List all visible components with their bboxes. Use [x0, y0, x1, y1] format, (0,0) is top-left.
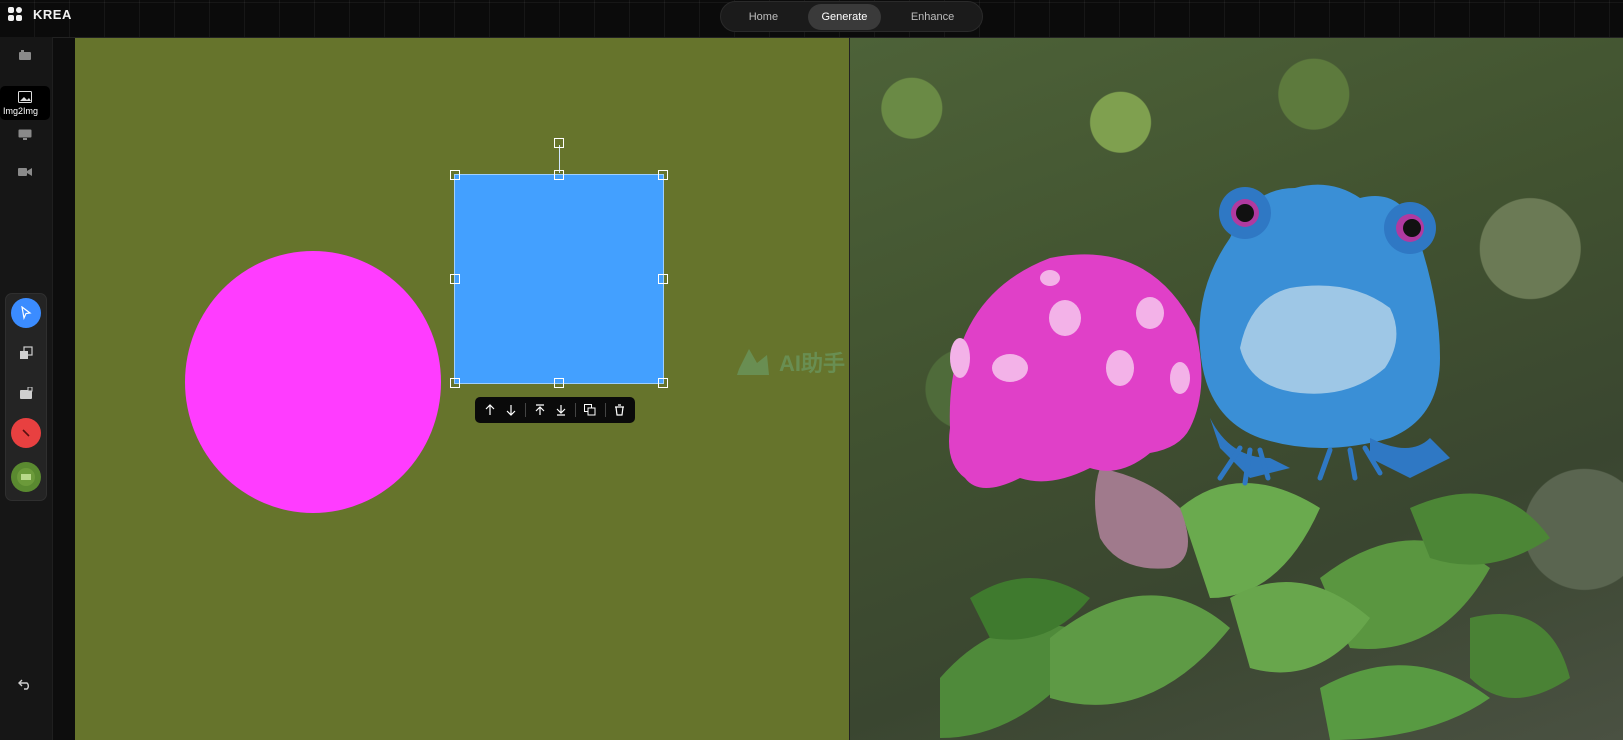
sidebar-item-label: Img2Img — [3, 106, 39, 116]
magenta-circle-shape[interactable] — [185, 251, 441, 513]
send-to-back-button[interactable] — [552, 400, 571, 420]
generated-image-illustration — [940, 184, 1570, 740]
tab-enhance[interactable]: Enhance — [897, 4, 968, 30]
duplicate-button[interactable] — [581, 400, 600, 420]
resize-handle-right[interactable] — [658, 274, 668, 284]
duplicate-icon — [584, 404, 596, 416]
film-icon — [19, 50, 31, 60]
resize-handle-bottom-right[interactable] — [658, 378, 668, 388]
sidebar-item-video[interactable] — [12, 161, 38, 183]
color-picker-tool[interactable] — [11, 418, 41, 448]
rotation-handle[interactable] — [554, 138, 564, 148]
resize-handle-left[interactable] — [450, 274, 460, 284]
monitor-icon — [18, 129, 32, 140]
sidebar-item-monitor[interactable] — [12, 124, 38, 146]
trash-icon — [615, 404, 625, 416]
toolbar-divider — [525, 403, 526, 417]
arrow-up-icon — [485, 404, 495, 415]
canvas-tools-panel — [5, 293, 47, 501]
resize-handle-bottom-left[interactable] — [450, 378, 460, 388]
move-backward-button[interactable] — [502, 400, 521, 420]
video-camera-icon — [18, 168, 32, 176]
resize-handle-top[interactable] — [554, 170, 564, 180]
tab-home[interactable]: Home — [735, 4, 792, 30]
watermark: AI助手 — [733, 345, 845, 379]
bring-to-front-icon — [535, 404, 545, 415]
drawing-canvas[interactable] — [75, 38, 849, 740]
resize-handle-top-left[interactable] — [450, 170, 460, 180]
color-picker-icon — [22, 429, 30, 437]
undo-button[interactable] — [12, 673, 38, 695]
watermark-logo-icon — [737, 349, 769, 375]
sidebar: Img2Img — [0, 37, 53, 740]
krea-logo-icon — [8, 7, 23, 22]
pointer-tool[interactable] — [11, 298, 41, 328]
generated-output-image[interactable] — [850, 38, 1623, 740]
layers-icon — [20, 346, 33, 359]
toolbar-divider — [604, 403, 606, 417]
top-bar: KREA Home Generate Enhance — [0, 0, 1623, 38]
resize-handle-bottom[interactable] — [554, 378, 564, 388]
sidebar-item-realtime[interactable] — [12, 45, 38, 67]
sidebar-item-img2img-icon[interactable] — [12, 86, 38, 108]
add-image-tool[interactable] — [11, 378, 41, 408]
delete-button[interactable] — [610, 400, 629, 420]
move-forward-button[interactable] — [481, 400, 500, 420]
watermark-text: AI助手 — [779, 351, 846, 376]
image-thumbnail-icon — [17, 468, 35, 486]
logo[interactable]: KREA — [8, 7, 72, 22]
undo-icon — [18, 679, 29, 690]
image-add-icon — [20, 386, 33, 399]
main-nav: Home Generate Enhance — [720, 1, 983, 32]
layers-tool[interactable] — [11, 338, 41, 368]
image-thumbnail-tool[interactable] — [11, 462, 41, 492]
tab-generate[interactable]: Generate — [807, 3, 882, 30]
blue-square-shape[interactable] — [454, 174, 664, 384]
bring-to-front-button[interactable] — [531, 400, 550, 420]
pointer-icon — [21, 306, 32, 320]
send-to-back-icon — [556, 405, 566, 416]
rotation-handle-line — [559, 145, 560, 173]
image-icon — [18, 91, 32, 103]
resize-handle-top-right[interactable] — [658, 170, 668, 180]
toolbar-divider — [575, 403, 576, 417]
shape-toolbar — [475, 397, 635, 423]
arrow-down-icon — [506, 405, 516, 416]
brand-name: KREA — [33, 7, 72, 22]
